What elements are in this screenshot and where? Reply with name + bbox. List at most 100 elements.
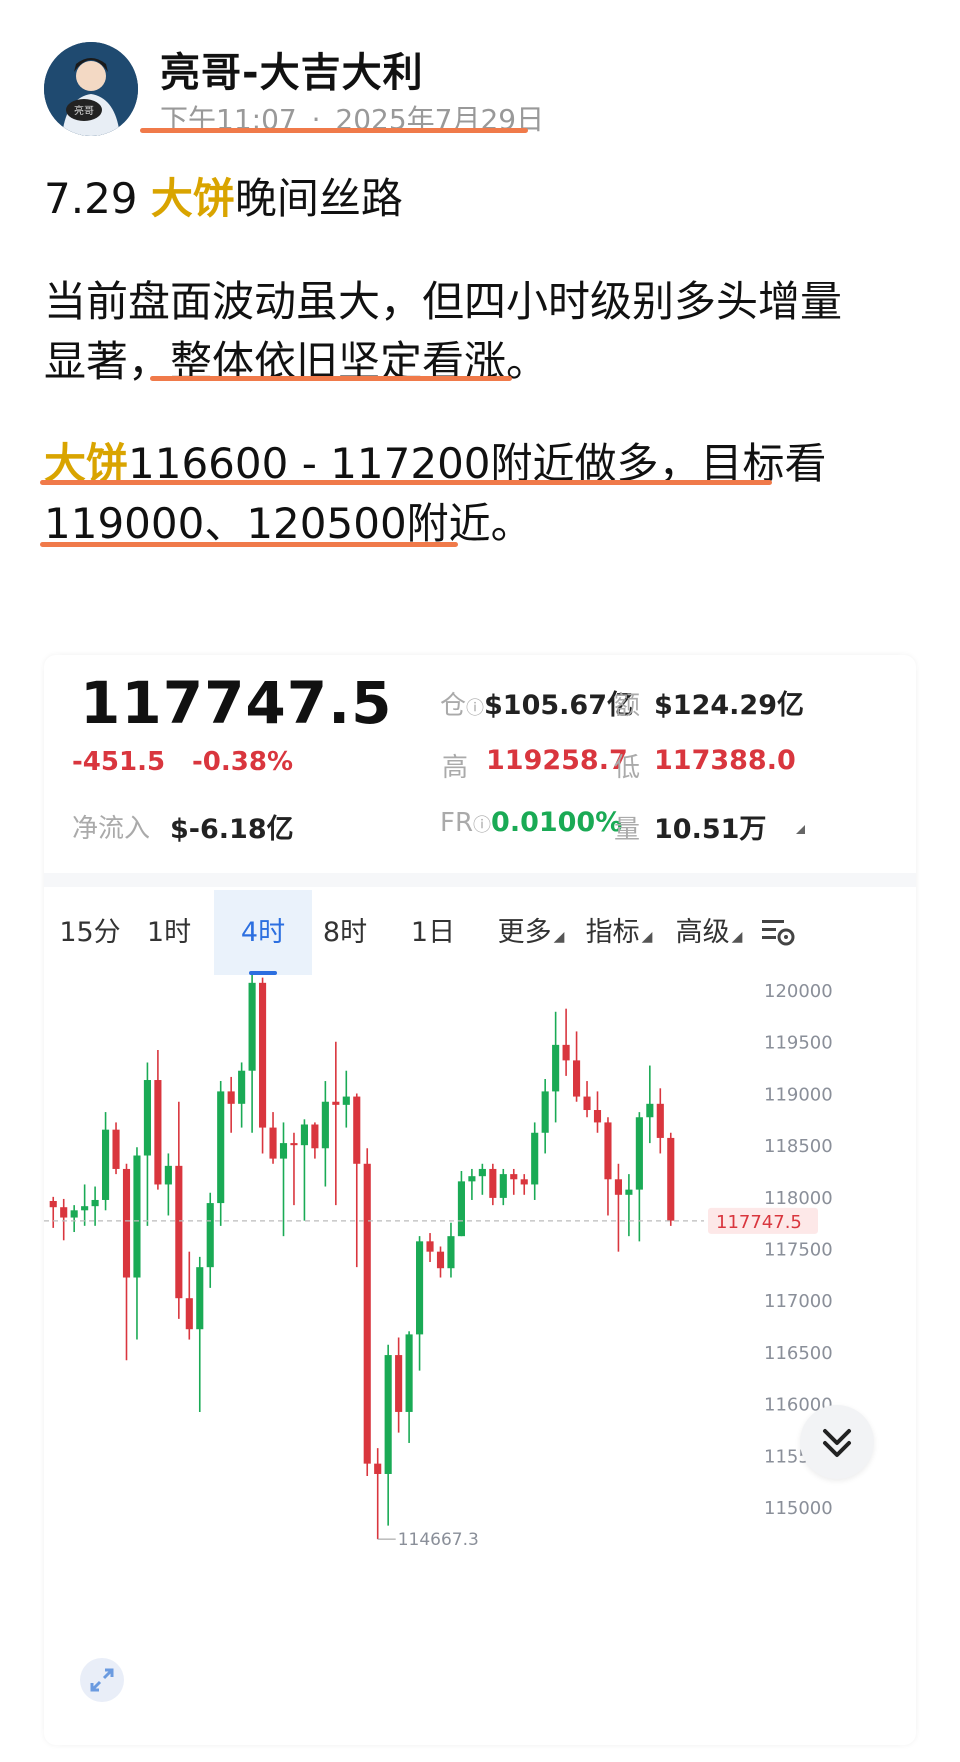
candle-body (510, 1174, 518, 1180)
candle-body (395, 1355, 403, 1412)
info-icon[interactable]: ⓘ (466, 698, 484, 719)
candle-body (363, 1163, 371, 1464)
candle-body (593, 1110, 602, 1123)
candle-body (426, 1241, 434, 1252)
candle-body (374, 1463, 382, 1474)
candle-body (143, 1080, 151, 1156)
y-tick-label: 118500 (764, 1136, 833, 1157)
tab-4h[interactable]: 4时 (214, 890, 312, 975)
candle-body (541, 1091, 549, 1133)
candle-body (625, 1189, 633, 1195)
avatar-image: 亮哥 (44, 42, 138, 136)
y-tick-label: 118000 (764, 1188, 833, 1209)
volume-label: 量 (614, 815, 641, 845)
y-tick-label: 117000 (764, 1291, 833, 1312)
candle-body (300, 1124, 308, 1146)
candle-body (49, 1201, 57, 1208)
candle-body (321, 1101, 329, 1149)
chart-settings-icon[interactable] (758, 912, 798, 952)
caret-icon: ◢ (641, 929, 653, 945)
author-name[interactable]: 亮哥-大吉大利 (160, 40, 424, 98)
open-interest-value: $105.67亿 (484, 690, 634, 721)
tab-1d[interactable]: 1日 (400, 890, 466, 975)
card-divider (44, 873, 916, 887)
candle-body (416, 1241, 424, 1335)
last-price: 117747.5 (80, 669, 393, 737)
tab-8h[interactable]: 8时 (312, 890, 378, 975)
amount-label: 额 (614, 691, 641, 721)
y-tick-label: 119500 (764, 1033, 833, 1054)
corner-caret-icon (796, 825, 805, 834)
candle-body (614, 1179, 622, 1195)
funding-rate-label: FR (440, 808, 474, 838)
double-chevron-down-icon (823, 1429, 851, 1457)
stat-funding-rate: FRⓘ0.0100% (440, 807, 622, 838)
candle-body (436, 1251, 445, 1269)
price-change: -451.5 (72, 747, 166, 777)
candle-body (635, 1117, 643, 1190)
y-tick-label: 120000 (764, 981, 833, 1002)
candle-body (185, 1298, 193, 1330)
highlight-underline (150, 376, 512, 381)
candle-body (248, 982, 256, 1071)
net-inflow-label: 净流入 (72, 814, 151, 844)
candle-body (196, 1267, 204, 1330)
tab-1h[interactable]: 1时 (136, 890, 202, 975)
candle-body (259, 982, 267, 1128)
tab-advanced[interactable]: 高级 ◢ (670, 890, 748, 975)
candle-body (164, 1165, 172, 1185)
post-title: 7.29 大饼晚间丝路 (44, 165, 403, 226)
candlestick-chart[interactable]: 120000 119500 119000 118500 118000 117500 1170… (44, 975, 916, 1745)
timestamp-underline (140, 128, 528, 133)
candle-body (457, 1181, 465, 1237)
candle-body (279, 1143, 288, 1159)
expand-chart-button[interactable] (80, 1658, 124, 1702)
candle-body (353, 1096, 361, 1164)
low-value: 117388.0 (654, 745, 796, 776)
candle-body (91, 1199, 99, 1207)
post-title-date: 7.29 (44, 174, 151, 223)
tab-more-label: 更多 (497, 917, 552, 948)
candle-body (342, 1096, 350, 1105)
svg-text:亮哥: 亮哥 (74, 104, 94, 117)
candle-body (122, 1168, 131, 1278)
timeframe-tabs: 15分 1时 4时 8时 1日 更多 ◢ 指标 ◢ 高级 ◢ (44, 890, 916, 975)
candle-body (175, 1165, 183, 1299)
price-change-pct: -0.38% (192, 747, 293, 777)
expand-icon (90, 1668, 114, 1692)
candle-body (531, 1132, 539, 1185)
candle-body (112, 1129, 120, 1169)
scroll-down-button[interactable] (800, 1405, 874, 1479)
candle-body (405, 1334, 413, 1412)
candle-body (154, 1080, 162, 1185)
info-icon[interactable]: ⓘ (473, 815, 491, 836)
candle-body (384, 1355, 392, 1474)
candle-body (562, 1044, 570, 1061)
tab-more[interactable]: 更多 ◢ (492, 890, 570, 975)
candle-body (447, 1236, 455, 1269)
candle-body (102, 1129, 110, 1200)
caret-icon: ◢ (553, 929, 565, 945)
stat-open-interest: 仓ⓘ$105.67亿 (440, 683, 634, 722)
funding-rate-value: 0.0100% (491, 807, 623, 838)
candle-body (206, 1203, 214, 1268)
tab-15m[interactable]: 15分 (50, 890, 130, 975)
candle-body (468, 1176, 476, 1182)
candle-body (604, 1122, 612, 1180)
candle-body (133, 1155, 141, 1278)
avatar[interactable]: 亮哥 (44, 42, 138, 136)
candle-body (290, 1143, 298, 1146)
tab-advanced-label: 高级 (675, 917, 730, 948)
candle-body (646, 1103, 654, 1118)
volume-value: 10.51万 (654, 814, 767, 845)
candle-body (70, 1210, 78, 1218)
candle-body (656, 1103, 664, 1138)
candle-body (332, 1101, 340, 1105)
tab-indicators[interactable]: 指标 ◢ (580, 890, 658, 975)
min-price-label: 114667.3 (398, 1530, 479, 1550)
amount-value: $124.29亿 (654, 690, 804, 721)
candle-body (552, 1044, 560, 1092)
candle-body (238, 1070, 246, 1104)
candle-body (60, 1207, 68, 1218)
high-value: 119258.7 (486, 745, 628, 776)
